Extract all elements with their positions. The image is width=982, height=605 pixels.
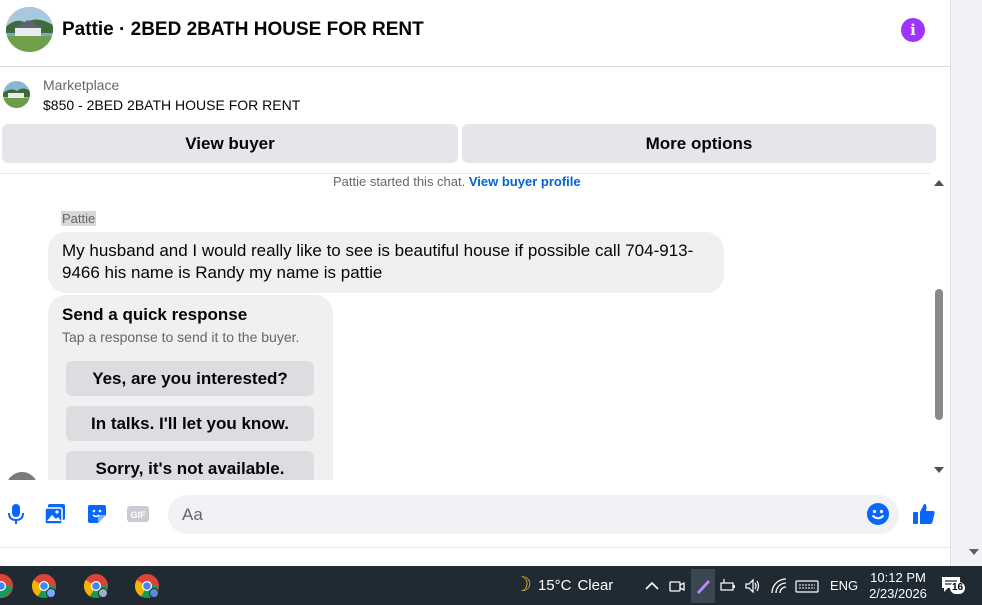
message-input[interactable] [168, 495, 899, 534]
keyboard-icon[interactable] [795, 577, 819, 595]
moon-icon: ☽ [514, 574, 532, 596]
emoji-icon[interactable] [866, 502, 890, 526]
language-indicator[interactable]: ENG [830, 578, 858, 593]
chat-header: Pattie · 2BED 2BATH HOUSE FOR RENT i [0, 0, 950, 67]
temperature: 15°C [537, 576, 572, 594]
system-message-text: Pattie started this chat. [333, 174, 466, 189]
notification-center[interactable]: 16 [940, 575, 968, 597]
sticker-icon[interactable] [85, 502, 109, 526]
messenger-window: Pattie · 2BED 2BATH HOUSE FOR RENT i Mar… [0, 0, 950, 566]
sender-avatar [6, 472, 38, 480]
chrome-icon[interactable] [0, 573, 14, 599]
message-bubble: My husband and I would really like to se… [48, 232, 724, 293]
gif-icon[interactable]: GIF [126, 502, 150, 526]
composer: GIF [0, 482, 950, 548]
speaker-icon[interactable] [744, 577, 762, 595]
clock-time: 10:12 PM [870, 570, 926, 585]
chat-avatar[interactable] [6, 7, 53, 52]
listing-card[interactable]: Marketplace $850 - 2BED 2BATH HOUSE FOR … [0, 67, 950, 123]
meet-camera-icon[interactable] [668, 577, 686, 595]
show-hidden-icons-chevron-icon[interactable] [643, 577, 661, 595]
listing-thumbnail [3, 81, 30, 108]
pen-icon[interactable] [694, 577, 712, 595]
weather-widget[interactable]: ☽ 15°C Clear [514, 574, 614, 596]
scroll-down-arrow[interactable] [934, 467, 944, 473]
quick-response-option[interactable]: Yes, are you interested? [66, 361, 314, 396]
quick-response-title: Send a quick response [62, 305, 248, 324]
info-icon[interactable]: i [901, 18, 925, 42]
weather-condition: Clear [577, 576, 614, 594]
sender-name: Pattie [61, 211, 97, 226]
view-buyer-profile-link[interactable]: View buyer profile [469, 174, 581, 189]
clock-date: 2/23/2026 [869, 586, 927, 601]
quick-response-option[interactable]: Sorry, it's not available. [66, 451, 314, 480]
windows-taskbar: ☽ 15°C Clear ENG 10:12 PM 2/23/2026 16 [0, 566, 982, 605]
chrome-profile-icon[interactable] [31, 573, 57, 599]
listing-price-title: $850 - 2BED 2BATH HOUSE FOR RENT [43, 97, 301, 113]
scrollbar-thumb[interactable] [935, 289, 943, 420]
page-scroll-down-arrow[interactable] [969, 549, 979, 555]
page-scrollbar[interactable] [950, 0, 982, 566]
svg-text:GIF: GIF [131, 510, 147, 520]
notification-count: 16 [950, 582, 966, 594]
more-options-button[interactable]: More options [462, 124, 936, 163]
photo-icon[interactable] [43, 502, 67, 526]
chrome-profile-icon[interactable] [134, 573, 160, 599]
quick-response-card: Send a quick response Tap a response to … [48, 295, 333, 480]
battery-icon[interactable] [719, 577, 737, 595]
chrome-profile-icon[interactable] [83, 573, 109, 599]
message-thread: Pattie started this chat. View buyer pro… [0, 173, 930, 480]
scroll-up-arrow[interactable] [934, 180, 944, 186]
clock[interactable]: 10:12 PM 2/23/2026 [864, 570, 932, 602]
listing-source: Marketplace [43, 77, 120, 93]
quick-response-option[interactable]: In talks. I'll let you know. [66, 406, 314, 441]
quick-response-subtitle: Tap a response to send it to the buyer. [62, 329, 300, 345]
view-buyer-button[interactable]: View buyer [2, 124, 458, 163]
chat-title: Pattie · 2BED 2BATH HOUSE FOR RENT [62, 19, 424, 40]
thumbs-up-icon[interactable] [911, 501, 937, 527]
wifi-icon[interactable] [770, 577, 788, 595]
microphone-icon[interactable] [4, 502, 28, 526]
